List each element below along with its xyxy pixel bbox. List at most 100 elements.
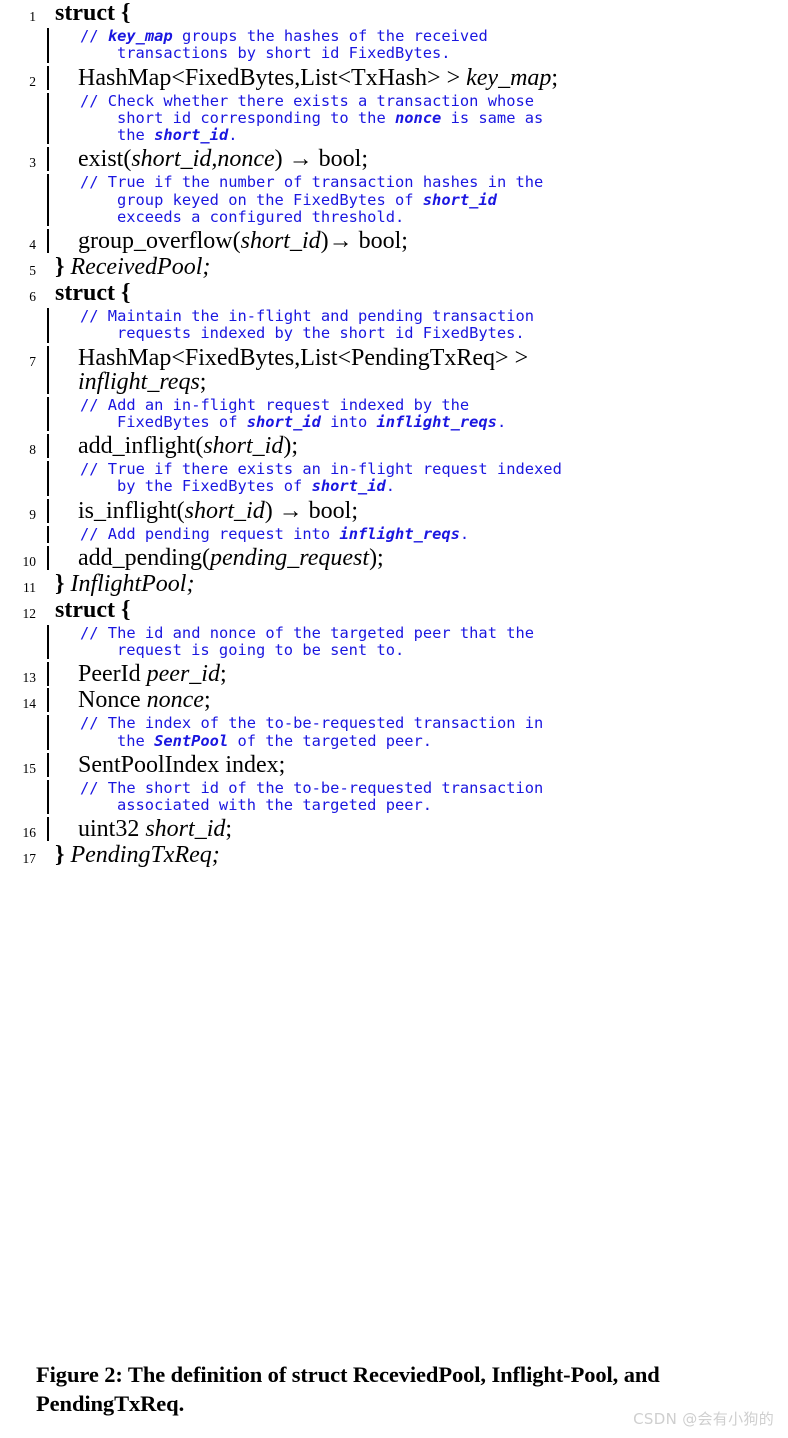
code-token: exceeds a configured threshold.	[117, 207, 405, 226]
comment-continuation: the SentPool of the targeted peer.	[80, 731, 788, 750]
listing-content: // Add an in-flight request indexed by t…	[53, 396, 788, 432]
listing-content: uint32 short_id;	[53, 817, 788, 841]
comment-continuation: short id corresponding to the nonce is s…	[80, 108, 788, 127]
code-token: is_inflight(	[78, 497, 185, 524]
listing-row: 14 Nonce nonce;	[0, 687, 788, 714]
code-token: inflight_reqs	[376, 412, 497, 431]
code-token: FixedBytes of	[117, 412, 247, 431]
line-number: 15	[22, 760, 37, 776]
comment-continuation: the short_id.	[80, 126, 788, 144]
code-statement: SentPoolIndex index;	[53, 753, 788, 777]
listing-rule	[36, 229, 53, 253]
code-comment: // True if there exists an in-flight req…	[53, 460, 788, 496]
listing-content: } ReceivedPool;	[53, 255, 788, 279]
code-token: SentPool	[154, 731, 229, 750]
code-token: ;	[551, 64, 559, 91]
code-token: ;	[219, 661, 227, 688]
listing-rule	[36, 255, 53, 279]
code-token: // True if the number of transaction has…	[80, 173, 544, 192]
listing-rule	[36, 752, 53, 777]
line-number	[0, 308, 36, 312]
listing-rule	[36, 1, 53, 25]
line-number: 4	[29, 237, 36, 252]
csdn-watermark: CSDN @会有小狗的	[633, 1410, 774, 1428]
listing-rule	[36, 461, 53, 496]
listing-content: is_inflight(short_id) → bool;	[53, 499, 788, 523]
listing-content: HashMap<FixedBytes,List<TxHash> > key_ma…	[53, 66, 788, 90]
code-token: ;	[199, 368, 207, 395]
listing-row: 1 struct {	[0, 1, 788, 25]
code-token: );	[283, 433, 298, 459]
line-number: 2	[29, 73, 36, 89]
code-token: inflight_reqs	[339, 524, 460, 543]
struct-close: } InflightPool;	[53, 572, 788, 596]
code-token: short_id	[422, 190, 497, 209]
code-token: ) → bool;	[264, 497, 359, 524]
listing-row: 4 group_overflow(short_id)→ bool;	[0, 229, 788, 253]
code-token: associated with the targeted peer.	[117, 796, 433, 814]
listing-rule	[36, 598, 53, 622]
line-number	[0, 174, 36, 178]
comment-continuation: exceeds a configured threshold.	[80, 207, 788, 226]
listing-content: // The short id of the to-be-requested t…	[53, 778, 788, 815]
code-statement-wrapped: inflight_reqs;	[53, 370, 788, 394]
comment-continuation: request is going to be sent to.	[80, 641, 788, 659]
line-number: 9	[29, 506, 36, 522]
listing-content: struct {	[53, 1, 788, 25]
code-token: the	[117, 731, 155, 750]
listing-row: 9 is_inflight(short_id) → bool;	[0, 498, 788, 523]
listing-rule	[36, 434, 53, 458]
line-number: 17	[22, 851, 37, 867]
listing-rule	[36, 662, 53, 687]
line-number: 10	[22, 553, 37, 569]
code-statement: uint32 short_id;	[53, 817, 788, 841]
listing-rule	[36, 525, 53, 544]
listing-row: 7 HashMap<FixedBytes,List<PendingTxReq> >…	[0, 345, 788, 394]
code-token: ) → bool;	[274, 146, 368, 173]
listing-content: } PendingTxReq;	[53, 843, 788, 867]
code-comment: // The short id of the to-be-requested t…	[53, 778, 788, 815]
listing-row: // Add pending request into inflight_req…	[0, 524, 788, 544]
listing-row: 13 PeerId peer_id;	[0, 662, 788, 687]
code-comment: // Maintain the in-flight and pending tr…	[53, 307, 788, 343]
code-token: );	[369, 544, 384, 571]
listing-content: // key_map groups the hashes of the rece…	[53, 27, 788, 63]
code-token: PeerId	[78, 661, 147, 688]
code-token: the	[117, 126, 155, 144]
comment-continuation: by the FixedBytes of short_id.	[80, 478, 788, 495]
struct-close: } PendingTxReq;	[53, 843, 788, 867]
struct-open: struct {	[55, 280, 131, 306]
code-token: exist(	[78, 146, 132, 173]
listing-row: 11} InflightPool;	[0, 572, 788, 596]
listing-rule	[36, 92, 53, 145]
code-token: HashMap<FixedBytes,List<TxHash> >	[78, 64, 467, 91]
code-token: // The short id of the to-be-requested t…	[80, 778, 544, 797]
listing-rule	[36, 28, 53, 63]
code-token: ReceivedPool;	[64, 254, 211, 280]
code-token: //	[80, 27, 108, 45]
listing-row: // True if there exists an in-flight req…	[0, 460, 788, 496]
code-token: short_id	[240, 228, 321, 254]
listing-row: 15 SentPoolIndex index;	[0, 752, 788, 777]
listing-content: // True if the number of transaction has…	[53, 174, 788, 226]
code-comment: // Add an in-flight request indexed by t…	[53, 396, 788, 432]
listing-rule	[36, 65, 53, 90]
comment-continuation: FixedBytes of short_id into inflight_req…	[80, 412, 788, 431]
code-token: // Check whether there exists a transact…	[80, 91, 535, 110]
code-comment: // Add pending request into inflight_req…	[53, 524, 788, 543]
line-number: 3	[29, 155, 36, 171]
code-statement: PeerId peer_id;	[53, 662, 788, 686]
listing-rule	[36, 396, 53, 432]
listing-rule	[36, 308, 53, 343]
listing-content: HashMap<FixedBytes,List<PendingTxReq> > i…	[53, 346, 788, 394]
code-token: nonce	[394, 108, 442, 127]
code-token: nonce	[146, 687, 204, 714]
code-token: short_id,nonce	[131, 146, 275, 173]
code-token: short_id	[203, 433, 284, 459]
code-token: groups the hashes of the received	[172, 27, 488, 45]
line-number: 1	[29, 9, 36, 24]
code-token: requests indexed by the short id FixedBy…	[117, 324, 525, 343]
code-token: short_id	[154, 126, 229, 144]
listing-row: // The id and nonce of the targeted peer…	[0, 624, 788, 660]
code-comment: // key_map groups the hashes of the rece…	[53, 27, 788, 63]
